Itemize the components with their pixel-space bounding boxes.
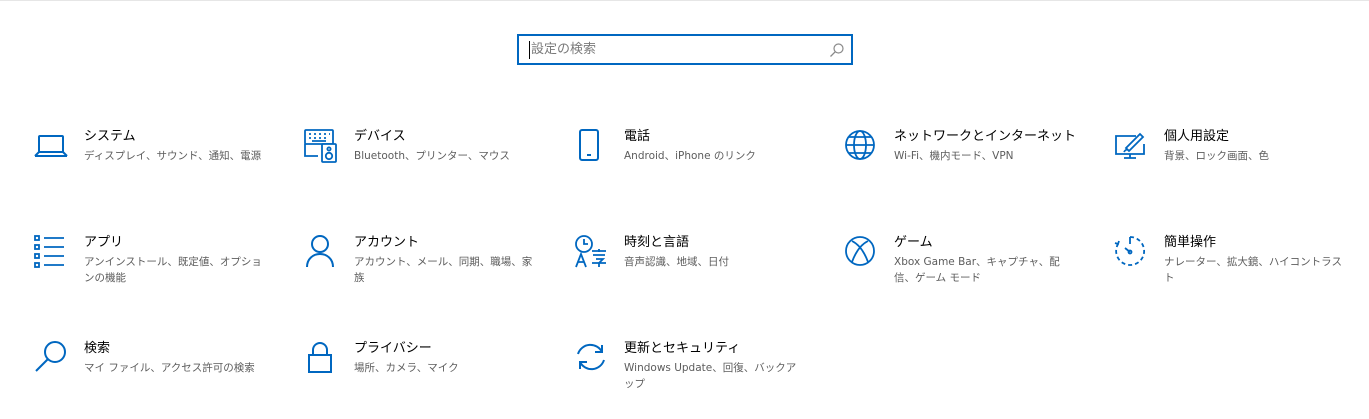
tile-description: 音声認識、地域、日付 [624, 256, 729, 268]
lock-icon [304, 340, 340, 376]
top-divider [0, 0, 1369, 1]
tile-title: 検索 [84, 341, 111, 356]
tile-devices[interactable]: デバイス Bluetooth、プリンター、マウス [304, 128, 544, 198]
tile-description: アカウント、メール、同期、職場、家族 [354, 256, 533, 284]
tile-title: 個人用設定 [1164, 129, 1230, 144]
globe-icon [844, 128, 880, 164]
tile-description: ディスプレイ、サウンド、通知、電源 [84, 150, 262, 162]
tile-network[interactable]: ネットワークとインターネット Wi-Fi、機内モード、VPN [844, 128, 1084, 198]
sync-arrows-icon [574, 340, 610, 376]
tile-description: ナレーター、拡大鏡、ハイコントラスト [1164, 256, 1342, 284]
tile-title: ゲーム [894, 235, 933, 250]
tile-time-language[interactable]: 時刻と言語 音声認識、地域、日付 [574, 234, 814, 304]
time-language-icon [574, 234, 610, 270]
search-icon[interactable] [829, 42, 845, 58]
xbox-icon [844, 234, 880, 270]
tile-title: システム [84, 129, 136, 144]
tile-description: アンインストール、既定値、オプションの機能 [84, 256, 262, 284]
tile-search[interactable]: 検索 マイ ファイル、アクセス許可の検索 [34, 340, 274, 410]
tile-title: 簡単操作 [1164, 235, 1217, 250]
tile-title: デバイス [354, 129, 406, 144]
tile-system[interactable]: システム ディスプレイ、サウンド、通知、電源 [34, 128, 274, 198]
tile-gaming[interactable]: ゲーム Xbox Game Bar、キャプチャ、配信、ゲーム モード [844, 234, 1084, 304]
settings-home: システム ディスプレイ、サウンド、通知、電源 デバイス Bluetooth、プリ… [0, 0, 1369, 419]
person-icon [304, 234, 340, 270]
tile-description: 場所、カメラ、マイク [354, 362, 459, 374]
tile-update-security[interactable]: 更新とセキュリティ Windows Update、回復、バックアップ [574, 340, 814, 410]
phone-icon [574, 128, 610, 164]
ease-of-access-icon [1114, 234, 1150, 270]
tile-title: 時刻と言語 [624, 235, 690, 250]
keyboard-speaker-icon [304, 128, 340, 164]
search-box[interactable] [517, 34, 853, 65]
search-input[interactable] [529, 36, 821, 63]
tile-accounts[interactable]: アカウント アカウント、メール、同期、職場、家族 [304, 234, 544, 304]
tile-ease-of-access[interactable]: 簡単操作 ナレーター、拡大鏡、ハイコントラスト [1114, 234, 1354, 304]
magnifier-icon [34, 340, 70, 376]
tile-description: Wi-Fi、機内モード、VPN [894, 150, 1014, 162]
tile-phone[interactable]: 電話 Android、iPhone のリンク [574, 128, 814, 198]
tile-description: マイ ファイル、アクセス許可の検索 [84, 362, 255, 374]
tile-title: 更新とセキュリティ [624, 341, 741, 356]
laptop-icon [34, 128, 70, 164]
tile-title: アプリ [84, 235, 124, 250]
tile-description: Xbox Game Bar、キャプチャ、配信、ゲーム モード [894, 256, 1060, 284]
tile-privacy[interactable]: プライバシー 場所、カメラ、マイク [304, 340, 544, 410]
tile-description: Bluetooth、プリンター、マウス [354, 150, 510, 162]
tile-apps[interactable]: アプリ アンインストール、既定値、オプションの機能 [34, 234, 274, 304]
tile-title: ネットワークとインターネット [894, 129, 1077, 144]
app-list-icon [34, 234, 70, 270]
tile-title: アカウント [354, 235, 420, 250]
tile-description: Android、iPhone のリンク [624, 150, 756, 162]
tile-description: Windows Update、回復、バックアップ [624, 362, 797, 390]
tile-title: 電話 [624, 129, 651, 144]
tile-description: 背景、ロック画面、色 [1164, 150, 1269, 162]
tile-title: プライバシー [354, 341, 432, 356]
paint-display-icon [1114, 128, 1150, 164]
tile-personalization[interactable]: 個人用設定 背景、ロック画面、色 [1114, 128, 1354, 198]
